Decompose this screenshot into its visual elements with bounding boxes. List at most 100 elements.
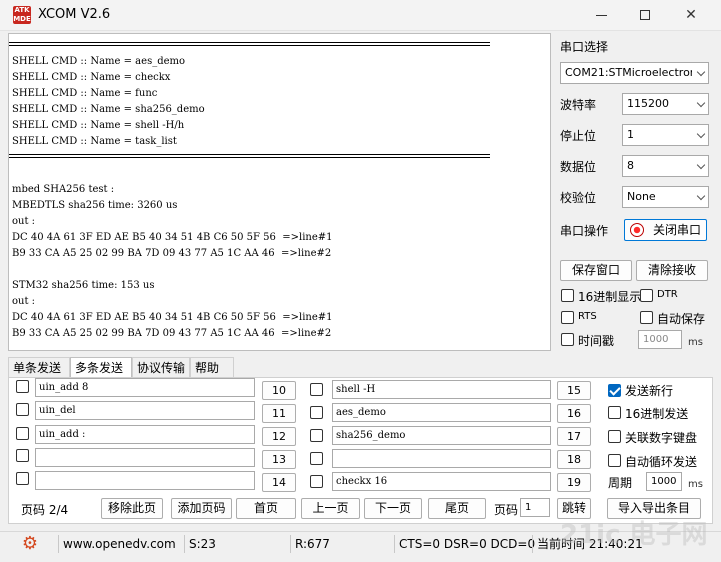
data-bits-label: 数据位	[560, 160, 597, 174]
receive-line: out :	[12, 216, 36, 227]
goto-page-input[interactable]: 1	[520, 498, 550, 517]
multi-send-checkbox[interactable]	[16, 403, 29, 416]
clear-receive-button[interactable]: 清除接收	[636, 260, 708, 281]
receive-line: SHELL CMD :: Name = func	[12, 88, 158, 99]
multi-send-input[interactable]: aes_demo	[332, 403, 551, 422]
remove-page-button[interactable]: 移除此页	[101, 498, 163, 519]
website-link[interactable]: www.openedv.com	[58, 535, 180, 553]
stop-bits-select[interactable]: 1	[622, 124, 709, 146]
multi-send-input[interactable]: checkx 16	[332, 472, 551, 491]
gear-icon[interactable]: ⚙	[20, 534, 40, 554]
close-port-button[interactable]: 关闭串口	[624, 219, 707, 241]
receive-line: mbed SHA256 test :	[12, 184, 115, 195]
receive-line: B9 33 CA A5 25 02 99 BA 7D 09 43 77 A5 1…	[12, 328, 332, 339]
page-indicator: 页码 2/4	[21, 503, 69, 517]
multi-send-checkbox[interactable]	[310, 452, 323, 465]
multi-send-button[interactable]: 17	[557, 427, 591, 446]
chevron-down-icon	[696, 191, 706, 201]
multi-send-input[interactable]: uin_add 8	[35, 378, 255, 397]
next-page-button[interactable]: 下一页	[364, 498, 422, 519]
data-bits-select[interactable]: 8	[622, 155, 709, 177]
multi-send-input[interactable]: uin_del	[35, 401, 255, 420]
goto-page-label: 页码	[494, 503, 519, 517]
first-page-button[interactable]: 首页	[236, 498, 296, 519]
hex-display-checkbox[interactable]	[561, 289, 574, 302]
parity-label: 校验位	[560, 191, 597, 205]
tab-protocol[interactable]: 协议传输	[132, 357, 190, 377]
multi-send-button[interactable]: 15	[557, 381, 591, 400]
multi-send-button[interactable]: 11	[262, 404, 296, 423]
period-input[interactable]: 1000	[646, 472, 682, 491]
timestamp-checkbox[interactable]	[561, 333, 574, 346]
minimize-icon	[595, 14, 607, 16]
receive-line: out :	[12, 296, 36, 307]
baud-select[interactable]: 115200	[622, 93, 709, 115]
receive-line: SHELL CMD :: Name = shell -H/h	[12, 120, 185, 131]
minimize-button[interactable]	[578, 0, 624, 31]
receive-line: DC 40 4A 61 3F ED AE B5 40 34 51 4B C6 5…	[12, 232, 333, 243]
multi-send-checkbox[interactable]	[16, 380, 29, 393]
auto-save-checkbox[interactable]	[640, 311, 653, 324]
receive-line: SHELL CMD :: Name = task_list	[12, 136, 177, 147]
timestamp-interval-input[interactable]: 1000	[638, 330, 682, 349]
port-label: 串口选择	[560, 40, 609, 54]
multi-send-button[interactable]: 14	[262, 473, 296, 492]
multi-send-input[interactable]: sha256_demo	[332, 426, 551, 445]
tab-help[interactable]: 帮助	[190, 357, 234, 377]
multi-send-input[interactable]	[35, 448, 255, 467]
multi-send-input[interactable]	[35, 471, 255, 490]
multi-send-checkbox[interactable]	[310, 475, 323, 488]
multi-send-button[interactable]: 16	[557, 404, 591, 423]
rts-checkbox[interactable]	[561, 311, 574, 324]
multi-send-button[interactable]: 18	[557, 450, 591, 469]
chevron-down-icon	[696, 98, 706, 108]
multi-send-input[interactable]: shell -H	[332, 380, 551, 399]
receive-line: B9 33 CA A5 25 02 99 BA 7D 09 43 77 A5 1…	[12, 248, 332, 259]
maximize-icon	[640, 10, 650, 20]
auto-loop-checkbox[interactable]	[608, 454, 621, 467]
maximize-button[interactable]	[622, 0, 668, 31]
receive-line	[12, 166, 333, 182]
port-select[interactable]: COM21:STMicroelectronics	[560, 62, 709, 84]
multi-send-checkbox[interactable]	[310, 406, 323, 419]
multi-send-button[interactable]: 10	[262, 381, 296, 400]
multi-send-input[interactable]: uin_add :	[35, 425, 255, 444]
hex-send-checkbox[interactable]	[608, 406, 621, 419]
multi-send-button[interactable]: 13	[262, 450, 296, 469]
import-export-button[interactable]: 导入导出条目	[607, 498, 701, 519]
jump-button[interactable]: 跳转	[557, 498, 591, 519]
chevron-down-icon	[696, 67, 706, 77]
last-page-button[interactable]: 尾页	[428, 498, 486, 519]
tab-single-send[interactable]: 单条发送	[8, 357, 70, 377]
stop-bits-label: 停止位	[560, 129, 597, 143]
multi-send-button[interactable]: 12	[262, 427, 296, 446]
current-time: 当前时间 21:40:21	[532, 535, 662, 553]
prev-page-button[interactable]: 上一页	[301, 498, 360, 519]
receive-text: SHELL CMD :: Name = aes_demoSHELL CMD ::…	[9, 38, 490, 342]
receive-line: SHELL CMD :: Name = aes_demo	[12, 56, 186, 67]
status-bar: ⚙ www.openedv.com S:23 R:677 CTS=0 DSR=0…	[0, 531, 721, 555]
received-count: R:677	[290, 535, 394, 553]
multi-send-checkbox[interactable]	[16, 427, 29, 440]
dtr-checkbox[interactable]	[640, 289, 653, 302]
close-port-label: 关闭串口	[653, 223, 702, 237]
parity-select[interactable]: None	[622, 186, 709, 208]
multi-send-checkbox[interactable]	[16, 472, 29, 485]
add-page-button[interactable]: 添加页码	[171, 498, 232, 519]
receive-line: DC 40 4A 61 3F ED AE B5 40 34 51 4B C6 5…	[12, 312, 333, 323]
receive-line	[12, 262, 333, 278]
save-window-button[interactable]: 保存窗口	[560, 260, 632, 281]
rts-label: RTS	[578, 311, 597, 322]
tab-multi-send[interactable]: 多条发送	[70, 357, 132, 378]
multi-send-button[interactable]: 19	[557, 473, 591, 492]
receive-area[interactable]: SHELL CMD :: Name = aes_demoSHELL CMD ::…	[8, 33, 551, 351]
link-keypad-checkbox[interactable]	[608, 430, 621, 443]
port-op-label: 串口操作	[560, 224, 609, 238]
multi-send-input[interactable]	[332, 449, 551, 468]
close-button[interactable]: ✕	[668, 0, 714, 31]
separator-rule	[9, 150, 490, 166]
multi-send-checkbox[interactable]	[310, 383, 323, 396]
multi-send-checkbox[interactable]	[16, 449, 29, 462]
send-newline-checkbox[interactable]	[608, 384, 621, 397]
multi-send-checkbox[interactable]	[310, 429, 323, 442]
